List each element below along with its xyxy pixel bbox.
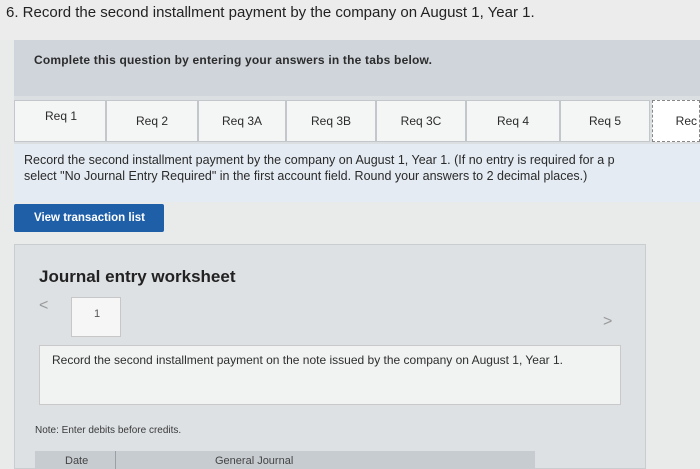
tab-req-5[interactable]: Req 5 (560, 100, 650, 142)
tab-req-3c[interactable]: Req 3C (376, 100, 466, 142)
tab-req-2[interactable]: Req 2 (106, 100, 198, 142)
tab-req-6[interactable]: Rec (652, 100, 700, 142)
tab-label: Req 3A (221, 114, 263, 128)
instruction-banner: Complete this question by entering your … (14, 40, 700, 96)
tab-label: Req 3B (310, 114, 352, 128)
page-number: 1 (94, 308, 101, 320)
requirement-instructions: Record the second installment payment by… (14, 144, 700, 202)
chevron-right-icon[interactable]: > (603, 313, 612, 331)
tab-label: Req 5 (588, 114, 622, 128)
journal-table-header: Date General Journal (35, 451, 535, 469)
view-transaction-list-label: View transaction list (34, 212, 145, 224)
view-transaction-list-button[interactable]: View transaction list (14, 204, 164, 232)
tab-req-4[interactable]: Req 4 (466, 100, 560, 142)
column-divider (115, 451, 116, 469)
tab-label: Req 4 (496, 114, 530, 128)
worksheet-title: Journal entry worksheet (39, 267, 236, 286)
tab-req-1[interactable]: Req 1 (14, 100, 106, 142)
tab-label: Req 2 (135, 114, 169, 128)
question-text: 6. Record the second installment payment… (6, 4, 535, 21)
instruction-line-1: Record the second installment payment by… (24, 153, 615, 167)
entry-description-text: Record the second installment payment on… (52, 353, 563, 367)
column-general-journal: General Journal (215, 455, 294, 467)
tab-req-3b[interactable]: Req 3B (286, 100, 376, 142)
journal-entry-worksheet: Journal entry worksheet < 1 > Record the… (14, 244, 646, 469)
entry-description: Record the second installment payment on… (39, 345, 621, 405)
tab-bar: Req 1 Req 2 Req 3A Req 3B Req 3C Req 4 R… (14, 96, 700, 144)
tab-label: Req 1 (45, 109, 78, 123)
column-date: Date (65, 455, 89, 467)
question-header: 6. Record the second installment payment… (0, 0, 700, 40)
worksheet-page-tab[interactable]: 1 (71, 297, 121, 337)
banner-text: Complete this question by entering your … (34, 53, 433, 67)
instruction-line-2: select "No Journal Entry Required" in th… (24, 169, 588, 183)
tab-req-3a[interactable]: Req 3A (198, 100, 286, 142)
tab-label: Rec (675, 114, 697, 128)
tab-label: Req 3C (400, 114, 442, 128)
debits-credits-note: Note: Enter debits before credits. (35, 425, 182, 436)
chevron-left-icon[interactable]: < (39, 297, 48, 315)
